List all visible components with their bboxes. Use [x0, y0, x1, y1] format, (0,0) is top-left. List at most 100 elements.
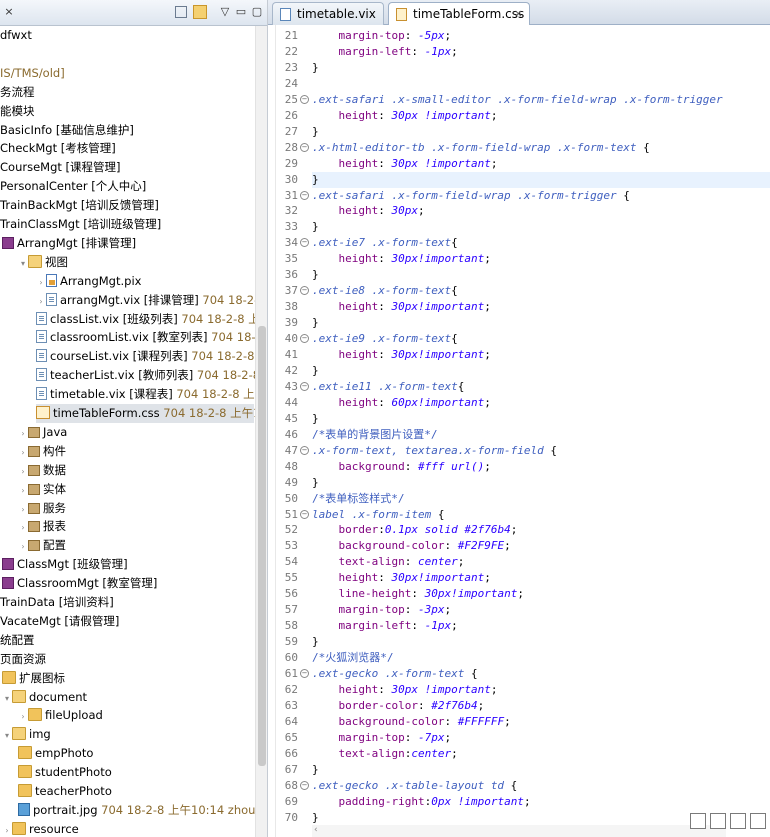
- tree-item[interactable]: 统配置: [0, 631, 35, 650]
- code-line[interactable]: height: 30px!important;: [312, 251, 491, 267]
- code-line[interactable]: .ext-ie8 .x-form-text{: [312, 283, 458, 299]
- tree-item[interactable]: › 实体: [18, 480, 66, 499]
- expand-toggle-icon[interactable]: ›: [18, 518, 28, 537]
- expand-toggle-icon[interactable]: ›: [18, 481, 28, 500]
- tree-item[interactable]: › fileUpload: [18, 706, 103, 725]
- collapse-all-icon[interactable]: [175, 6, 187, 18]
- tree-item[interactable]: TrainData [培训资料]: [0, 593, 114, 612]
- tree-item[interactable]: teacherList.vix [教师列表] 704 18-2-8: [36, 366, 260, 385]
- code-line[interactable]: .ext-safari .x-form-field-wrap .x-form-t…: [312, 188, 630, 204]
- tree-item[interactable]: › ArrangMgt.pix: [36, 272, 141, 291]
- code-editor[interactable]: margin-top: -5px; margin-left: -1px;} .ex…: [312, 25, 770, 837]
- code-line[interactable]: margin-left: -1px;: [312, 618, 458, 634]
- tree-item[interactable]: › Java: [18, 423, 67, 442]
- code-line[interactable]: .ext-ie7 .x-form-text{: [312, 235, 458, 251]
- expand-toggle-icon[interactable]: ›: [18, 537, 28, 556]
- code-line[interactable]: background: #fff url();: [312, 459, 491, 475]
- tree-item[interactable]: classList.vix [班级列表] 704 18-2-8 上: [36, 310, 260, 329]
- code-line[interactable]: height: 30px !important;: [312, 682, 498, 698]
- tree-item[interactable]: PersonalCenter [个人中心]: [0, 177, 146, 196]
- expand-toggle-icon[interactable]: ›: [36, 273, 46, 292]
- code-line[interactable]: height: 30px!important;: [312, 299, 491, 315]
- tree-item[interactable]: teacherPhoto: [18, 782, 112, 801]
- tree-item[interactable]: › 配置: [18, 536, 66, 555]
- fold-toggle-icon[interactable]: −: [300, 142, 309, 152]
- tree-item[interactable]: › 报表: [18, 517, 66, 536]
- tree-item[interactable]: timeTableForm.css 704 18-2-8 上午1: [36, 404, 260, 423]
- horizontal-scrollbar[interactable]: ‹: [312, 825, 726, 837]
- code-line[interactable]: /*火狐浏览器*/: [312, 650, 394, 666]
- fold-toggle-icon[interactable]: −: [300, 669, 309, 678]
- code-line[interactable]: .ext-gecko .x-form-text {: [312, 666, 478, 682]
- code-line[interactable]: }: [312, 267, 319, 283]
- code-line[interactable]: padding-right:0px !important;: [312, 794, 531, 810]
- tree-item[interactable]: TrainBackMgt [培训反馈管理]: [0, 196, 159, 215]
- fold-toggle-icon[interactable]: −: [300, 334, 309, 344]
- tree-item[interactable]: ArrangMgt [排课管理]: [2, 234, 136, 253]
- code-line[interactable]: .ext-ie9 .x-form-text{: [312, 331, 458, 347]
- code-line[interactable]: border-color: #2f76b4;: [312, 698, 485, 714]
- tree-item[interactable]: dfwxt: [0, 26, 32, 45]
- fold-toggle-icon[interactable]: −: [300, 780, 309, 790]
- code-line[interactable]: background-color: #F2F9FE;: [312, 538, 511, 554]
- minimize-icon[interactable]: ▭: [234, 5, 248, 19]
- tree-item[interactable]: › resource: [2, 820, 79, 837]
- fold-toggle-icon[interactable]: −: [300, 509, 309, 519]
- code-line[interactable]: height: 30px !important;: [312, 156, 498, 172]
- tree-item[interactable]: ▾ 视图: [18, 253, 68, 272]
- code-line[interactable]: margin-top: -7px;: [312, 730, 452, 746]
- code-line[interactable]: .x-form-text, textarea.x-form-field {: [312, 443, 557, 459]
- fold-toggle-icon[interactable]: −: [300, 190, 309, 200]
- code-line[interactable]: }: [312, 762, 319, 778]
- expand-toggle-icon[interactable]: ›: [18, 500, 28, 519]
- expand-toggle-icon[interactable]: ›: [18, 443, 28, 462]
- code-line[interactable]: }: [312, 475, 319, 491]
- scrollbar-thumb[interactable]: [258, 326, 266, 766]
- expand-toggle-icon[interactable]: ▾: [2, 726, 12, 745]
- tree-item[interactable]: ClassroomMgt [教室管理]: [2, 574, 157, 593]
- tree-item[interactable]: 能模块: [0, 102, 35, 121]
- fold-toggle-icon[interactable]: −: [300, 238, 309, 248]
- code-line[interactable]: }: [312, 315, 319, 331]
- tree-item[interactable]: 扩展图标: [2, 669, 65, 688]
- view-menu-icon[interactable]: ▽: [218, 5, 232, 19]
- expand-toggle-icon[interactable]: ›: [18, 424, 28, 443]
- tree-item[interactable]: › 构件: [18, 442, 66, 461]
- tray-icon[interactable]: [690, 813, 706, 829]
- tree-item[interactable]: ClassMgt [班级管理]: [2, 555, 128, 574]
- code-line[interactable]: height: 30px!important;: [312, 347, 491, 363]
- tree-item[interactable]: ▾ img: [2, 725, 51, 744]
- code-line[interactable]: }: [312, 219, 319, 235]
- code-line[interactable]: }: [312, 634, 319, 650]
- code-line[interactable]: height: 30px;: [312, 203, 425, 219]
- code-line[interactable]: .ext-ie11 .x-form-text{: [312, 379, 464, 395]
- tree-item[interactable]: portrait.jpg 704 18-2-8 上午10:14 zhou: [18, 801, 255, 820]
- tab-timetable-vix[interactable]: timetable.vix: [272, 2, 384, 25]
- tree-item[interactable]: › 数据: [18, 461, 66, 480]
- fold-toggle-icon[interactable]: −: [300, 381, 309, 391]
- fold-toggle-icon[interactable]: −: [300, 445, 309, 455]
- code-line[interactable]: height: 30px!important;: [312, 570, 491, 586]
- tree-item[interactable]: VacateMgt [请假管理]: [0, 612, 119, 631]
- tray-icon[interactable]: [710, 813, 726, 829]
- code-line[interactable]: }: [312, 363, 319, 379]
- code-line[interactable]: }: [312, 411, 319, 427]
- code-line[interactable]: text-align: center;: [312, 554, 465, 570]
- tray-icon[interactable]: [750, 813, 766, 829]
- tree-scrollbar[interactable]: [255, 26, 267, 837]
- maximize-icon[interactable]: ▢: [250, 5, 264, 19]
- expand-toggle-icon[interactable]: ›: [36, 292, 46, 311]
- code-line[interactable]: label .x-form-item {: [312, 507, 444, 523]
- code-line[interactable]: }: [312, 810, 319, 826]
- code-line[interactable]: .ext-safari .x-small-editor .x-form-fiel…: [312, 92, 723, 108]
- code-line[interactable]: }: [312, 60, 319, 76]
- tree-item[interactable]: 页面资源: [0, 650, 46, 669]
- tree-item[interactable]: TrainClassMgt [培训班级管理]: [0, 215, 161, 234]
- tree-item[interactable]: IS/TMS/old]: [0, 64, 65, 83]
- link-with-editor-icon[interactable]: [193, 5, 207, 19]
- code-line[interactable]: /*表单标签样式*/: [312, 491, 405, 507]
- expand-toggle-icon[interactable]: ▾: [2, 689, 12, 708]
- code-line[interactable]: }: [312, 171, 770, 188]
- expand-toggle-icon[interactable]: ›: [2, 821, 12, 837]
- tree-item[interactable]: ▾ document: [2, 688, 87, 707]
